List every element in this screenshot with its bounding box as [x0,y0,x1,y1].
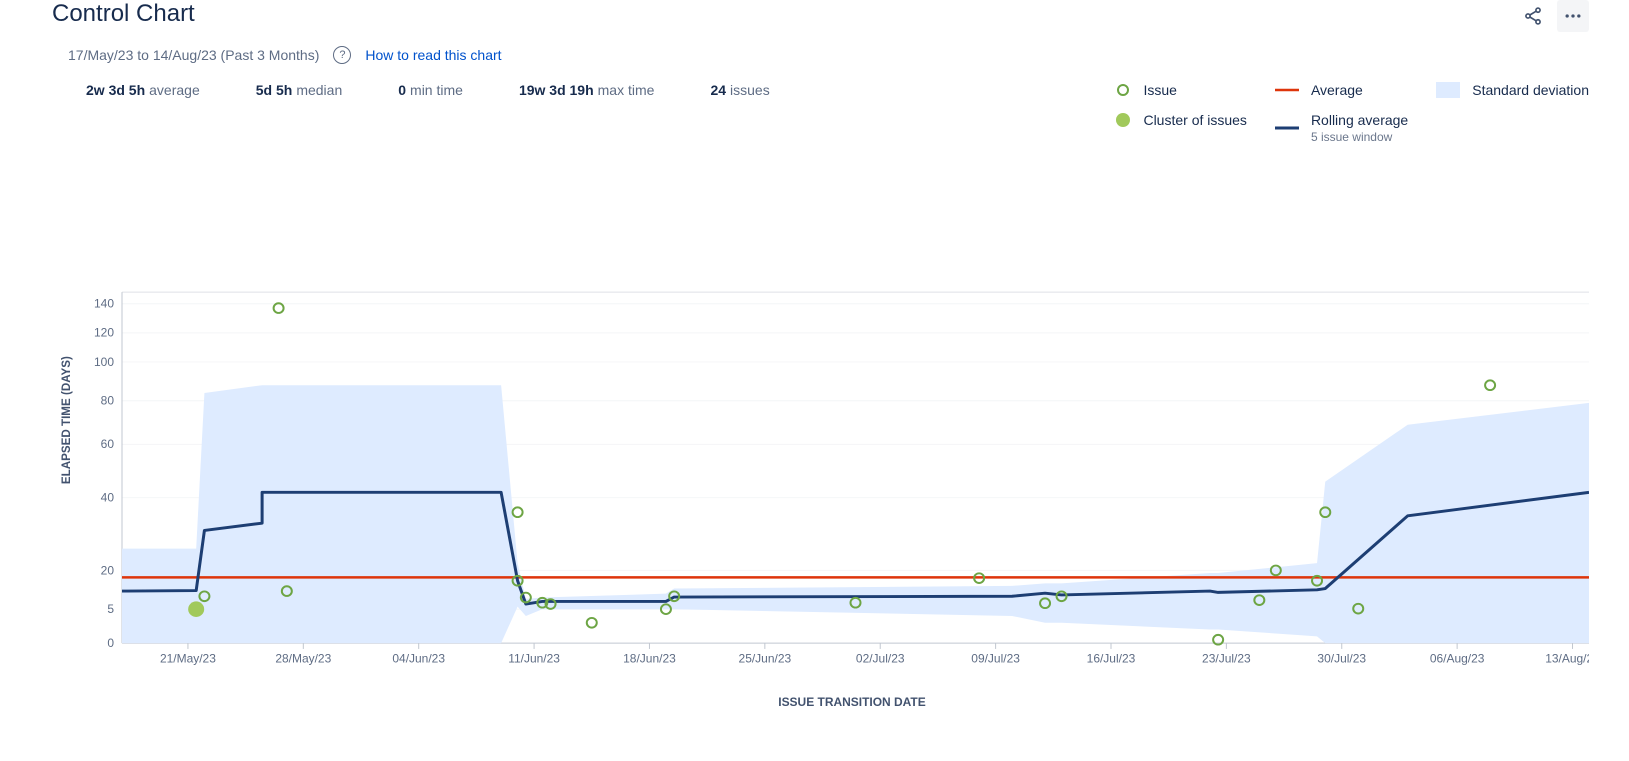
how-to-read-link[interactable]: How to read this chart [365,47,501,63]
svg-text:13/Aug/23: 13/Aug/23 [1545,652,1589,666]
help-icon[interactable]: ? [333,46,351,64]
issue-point[interactable] [587,618,597,628]
issue-point[interactable] [274,303,284,313]
control-chart: 0 5 20 40 60 80 100 120 140 21/May/23 28/May/23 04/… [52,168,1589,711]
svg-text:80: 80 [101,394,115,408]
date-range: 17/May/23 to 14/Aug/23 (Past 3 Months) [68,47,319,63]
svg-text:02/Jul/23: 02/Jul/23 [856,652,905,666]
legend-average: Average [1275,82,1408,98]
legend-cluster: Cluster of issues [1115,112,1246,128]
svg-text:04/Jun/23: 04/Jun/23 [392,652,445,666]
svg-text:40: 40 [101,491,115,505]
stats-bar: 2w 3d 5haverage 5d 5hmedian 0min time 19… [68,82,770,144]
page-title: Control Chart [52,0,195,28]
svg-text:60: 60 [101,437,115,451]
legend-rolling: Rolling average 5 issue window [1275,112,1408,144]
more-icon[interactable] [1557,0,1589,32]
svg-text:25/Jun/23: 25/Jun/23 [739,652,792,666]
share-icon[interactable] [1517,0,1549,32]
svg-text:100: 100 [94,355,114,369]
svg-text:16/Jul/23: 16/Jul/23 [1087,652,1136,666]
legend-stddev: Standard deviation [1436,82,1589,98]
cluster-point[interactable] [188,601,204,617]
legend-issue: Issue [1115,82,1246,98]
issue-point[interactable] [1485,380,1495,390]
svg-text:120: 120 [94,326,114,340]
svg-text:28/May/23: 28/May/23 [275,652,331,666]
svg-text:30/Jul/23: 30/Jul/23 [1317,652,1366,666]
svg-text:18/Jun/23: 18/Jun/23 [623,652,676,666]
svg-text:20: 20 [101,563,115,577]
issue-point[interactable] [513,507,523,517]
svg-text:09/Jul/23: 09/Jul/23 [971,652,1020,666]
svg-text:23/Jul/23: 23/Jul/23 [1202,652,1251,666]
svg-text:06/Aug/23: 06/Aug/23 [1430,652,1485,666]
svg-text:0: 0 [107,636,114,650]
svg-text:ISSUE TRANSITION DATE: ISSUE TRANSITION DATE [778,695,926,709]
legend: Issue Average Standard deviation Cluster… [1115,82,1589,144]
svg-text:11/Jun/23: 11/Jun/23 [508,652,560,666]
svg-text:5: 5 [107,602,114,616]
svg-text:21/May/23: 21/May/23 [160,652,216,666]
svg-text:ELAPSED TIME (DAYS): ELAPSED TIME (DAYS) [59,356,73,484]
svg-text:140: 140 [94,297,114,311]
